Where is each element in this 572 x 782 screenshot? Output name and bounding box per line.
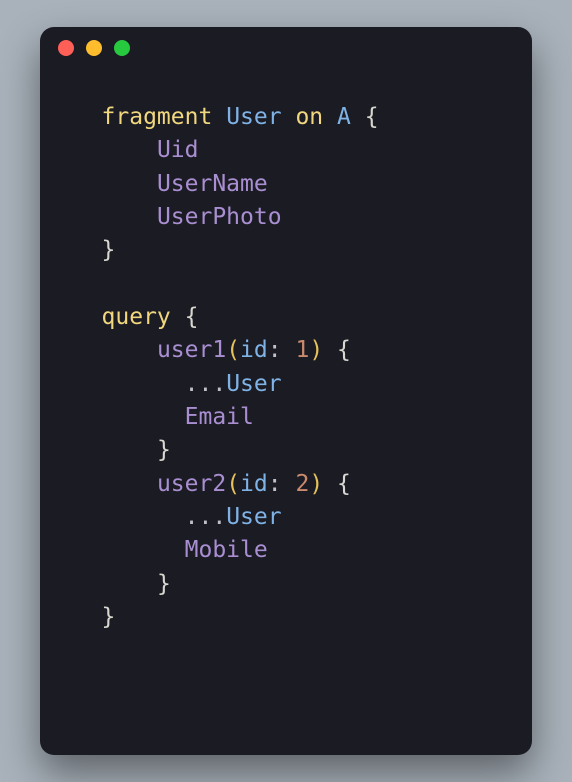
line-12: user2(id: 2) {: [60, 471, 351, 497]
line-4: UserPhoto: [60, 204, 282, 230]
stage: fragment User on A { Uid UserName UserPh…: [0, 0, 572, 782]
zoom-icon[interactable]: [114, 40, 130, 56]
keyword-on: on: [295, 104, 323, 130]
spread-name: User: [226, 504, 281, 530]
line-11: }: [60, 437, 171, 463]
line-16: }: [60, 604, 115, 630]
line-5: }: [60, 237, 115, 263]
spread-dots: ...: [185, 371, 227, 397]
field: UserPhoto: [157, 204, 282, 230]
line-3: UserName: [60, 171, 268, 197]
close-icon[interactable]: [58, 40, 74, 56]
field: Email: [185, 404, 254, 430]
paren-close: ): [309, 337, 323, 363]
arg-key: id: [240, 337, 268, 363]
line-1: fragment User on A {: [60, 104, 379, 130]
line-13: ...User: [60, 504, 282, 530]
colon: :: [268, 337, 282, 363]
fragment-name: User: [226, 104, 281, 130]
code-block: fragment User on A { Uid UserName UserPh…: [40, 69, 532, 755]
paren-open: (: [226, 337, 240, 363]
keyword-fragment: fragment: [102, 104, 213, 130]
keyword-query: query: [102, 304, 171, 330]
brace-open: {: [365, 104, 379, 130]
line-14: Mobile: [60, 537, 268, 563]
brace-open: {: [185, 304, 199, 330]
brace-close: }: [102, 604, 116, 630]
arg-value: 2: [295, 471, 309, 497]
line-2: Uid: [60, 137, 198, 163]
paren-close: ): [309, 471, 323, 497]
line-9: ...User: [60, 371, 282, 397]
line-10: Email: [60, 404, 254, 430]
window-titlebar: [40, 27, 532, 69]
brace-close: }: [157, 571, 171, 597]
brace-close: }: [102, 237, 116, 263]
type-name: A: [337, 104, 351, 130]
code-window: fragment User on A { Uid UserName UserPh…: [40, 27, 532, 755]
brace-open: {: [337, 471, 351, 497]
line-15: }: [60, 571, 171, 597]
arg-key: id: [240, 471, 268, 497]
spread-name: User: [226, 371, 281, 397]
line-7: query {: [60, 304, 199, 330]
paren-open: (: [226, 471, 240, 497]
field: Mobile: [185, 537, 268, 563]
brace-close: }: [157, 437, 171, 463]
brace-open: {: [337, 337, 351, 363]
spread-dots: ...: [185, 504, 227, 530]
field: Uid: [157, 137, 199, 163]
minimize-icon[interactable]: [86, 40, 102, 56]
line-8: user1(id: 1) {: [60, 337, 351, 363]
field-user2: user2: [157, 471, 226, 497]
colon: :: [268, 471, 282, 497]
field: UserName: [157, 171, 268, 197]
arg-value: 1: [295, 337, 309, 363]
field-user1: user1: [157, 337, 226, 363]
